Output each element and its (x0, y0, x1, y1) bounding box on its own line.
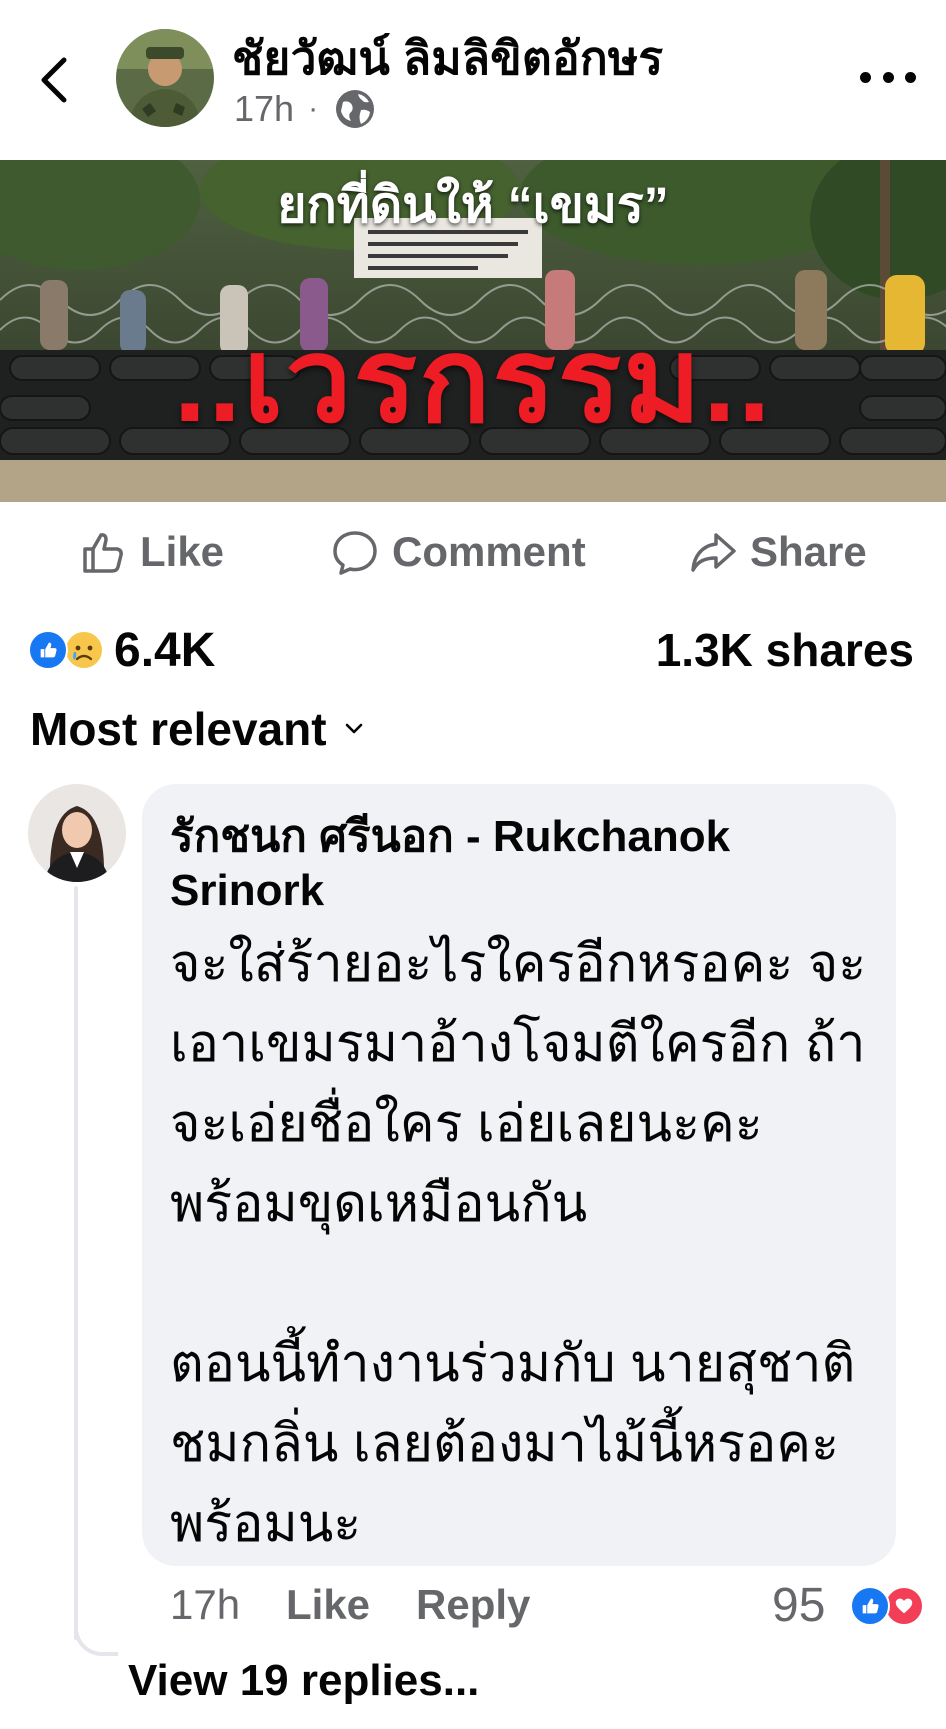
chevron-left-icon (41, 57, 67, 103)
comment-sort-label: Most relevant (30, 703, 327, 755)
like-reaction-icon (28, 630, 68, 670)
comment-like-button[interactable]: Like (286, 1575, 370, 1635)
reaction-icons (28, 628, 108, 672)
author-avatar[interactable] (116, 29, 214, 127)
reactions-summary[interactable]: 6.4K (28, 622, 215, 678)
like-button-label: Like (140, 528, 225, 575)
thumbs-up-icon (83, 533, 123, 573)
comment-bubble: รักชนก ศรีนอก - Rukchanok Srinork จะใส่ร… (142, 784, 896, 1566)
commenter-avatar-image (28, 784, 126, 882)
love-reaction-icon (884, 1586, 924, 1626)
comment-sort-dropdown[interactable]: Most relevant (30, 702, 367, 756)
comment-button-label: Comment (392, 528, 586, 575)
post-author-name[interactable]: ชัยวัฒน์ ลิมลิขิตอักษร (232, 22, 663, 95)
reaction-count: 6.4K (114, 623, 216, 677)
comment-button[interactable]: Comment (330, 520, 586, 584)
comment-time: 17h (170, 1581, 241, 1628)
thread-line (74, 886, 78, 1640)
globe-icon (336, 90, 375, 128)
thread-connector (74, 1612, 118, 1656)
image-headline-main: ..เวรกรรม.. (173, 315, 773, 447)
like-button[interactable]: Like (78, 520, 224, 584)
sad-reaction-icon (64, 630, 104, 670)
more-dot (882, 71, 894, 83)
share-count[interactable]: 1.3K shares (656, 622, 914, 678)
post-image[interactable]: ยกที่ดินให้ “เขมร” ..เวรกรรม.. (0, 160, 946, 502)
commenter-avatar[interactable] (28, 784, 126, 882)
more-dot (905, 71, 916, 83)
comment-text: จะใส่ร้ายอะไรใครอีกหรอคะ จะเอาเขมรมาอ้าง… (170, 935, 867, 1553)
comment-reaction-icons[interactable] (850, 1584, 930, 1628)
back-button[interactable] (28, 42, 88, 118)
more-horizontal-icon (860, 71, 871, 83)
share-arrow-icon (691, 533, 736, 572)
view-replies-link[interactable]: View 19 replies... (128, 1656, 479, 1706)
image-headline-top: ยกที่ดินให้ “เขมร” (277, 177, 669, 233)
comment-reply-button[interactable]: Reply (416, 1575, 530, 1635)
like-reaction-icon (850, 1586, 890, 1626)
share-button-label: Share (750, 528, 867, 575)
comment-author[interactable]: รักชนก ศรีนอก - Rukchanok Srinork (170, 810, 868, 918)
share-button[interactable]: Share (688, 520, 867, 584)
more-options-button[interactable] (860, 66, 916, 88)
comment-reaction-count[interactable]: 95 (772, 1575, 825, 1635)
post-meta: 17h · (234, 88, 376, 130)
author-avatar-image (116, 29, 214, 127)
post-time: 17h (234, 88, 295, 129)
comment-bubble-icon (333, 531, 377, 575)
chevron-down-icon (345, 723, 362, 734)
meta-separator: · (308, 92, 319, 125)
